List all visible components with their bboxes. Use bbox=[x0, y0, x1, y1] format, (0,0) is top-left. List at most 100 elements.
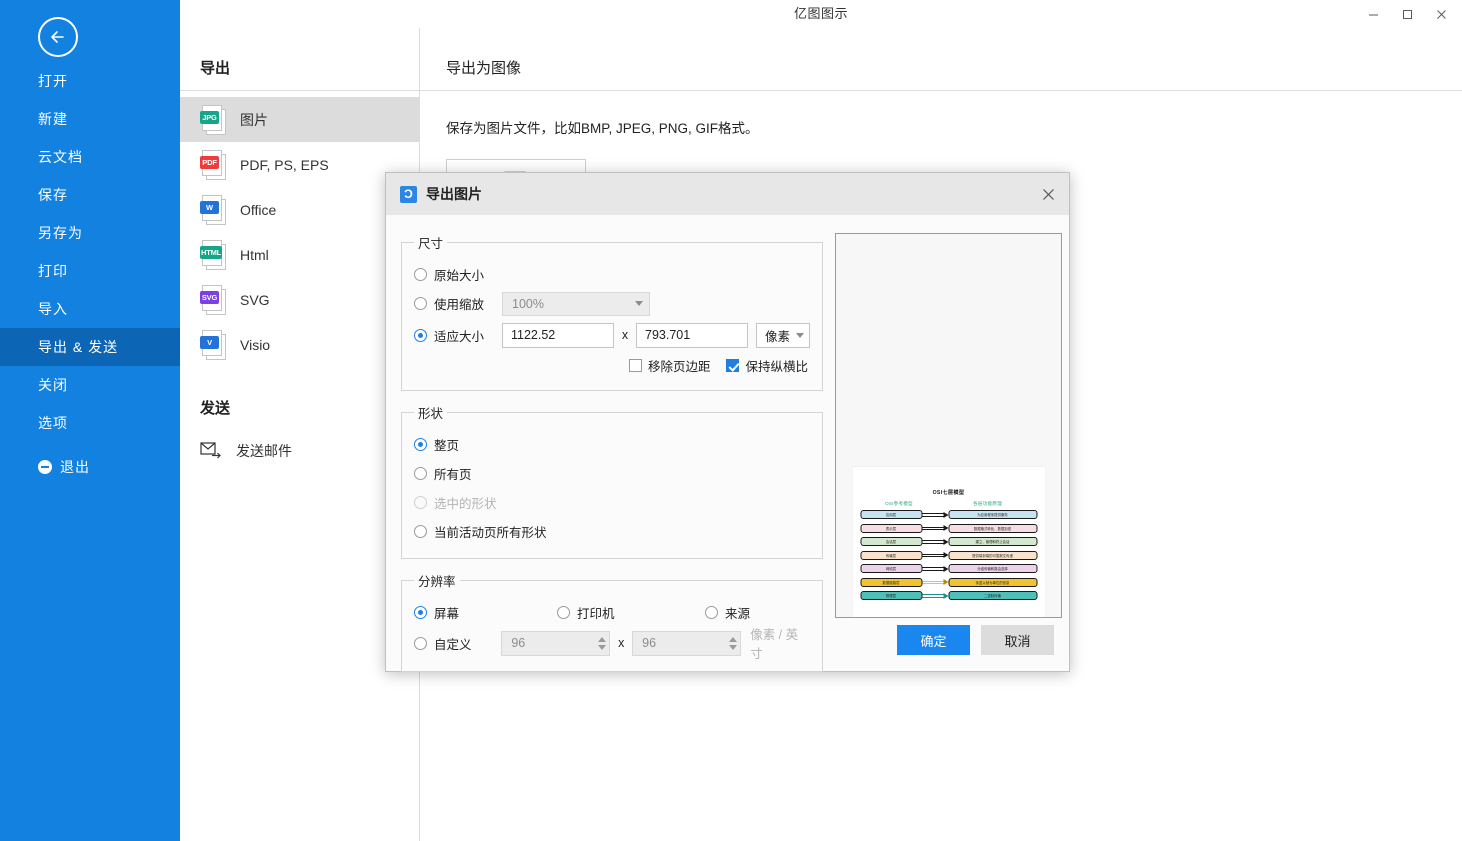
close-button[interactable] bbox=[1424, 1, 1458, 27]
radio-fit-size[interactable] bbox=[414, 328, 427, 342]
edraw-logo-icon: Ɔ bbox=[400, 185, 417, 203]
format-list: JPG 图片 PDF PDF, PS, EPS W Office HTML Ht… bbox=[180, 91, 419, 367]
resolution-option-label[interactable]: 来源 bbox=[725, 603, 750, 622]
chevron-up-icon[interactable] bbox=[598, 636, 607, 642]
cancel-button[interactable]: 取消 bbox=[981, 625, 1054, 655]
shape-option-label[interactable]: 所有页 bbox=[434, 464, 472, 483]
radio-source[interactable] bbox=[705, 606, 718, 619]
chevron-down-icon[interactable] bbox=[729, 644, 738, 650]
pdf-tag-label: PDF bbox=[200, 155, 219, 169]
unit-select[interactable]: 像素 bbox=[756, 322, 810, 348]
checkbox-remove-margin-label[interactable]: 移除页边距 bbox=[648, 356, 711, 375]
html-tag-label: HTML bbox=[200, 245, 223, 259]
preview-diagram-row: 会话层 建立、管理和终止会话 bbox=[860, 536, 1037, 547]
preview-col-header-left: OSI参考模型 bbox=[885, 501, 913, 506]
preview-diagram-row: 物理层 二进制传输 bbox=[860, 590, 1037, 601]
maximize-button[interactable] bbox=[1390, 1, 1424, 27]
resolution-option-label[interactable]: 打印机 bbox=[577, 603, 705, 622]
sidebar-item-new[interactable]: 新建 bbox=[0, 100, 180, 138]
stepper-arrows[interactable] bbox=[729, 636, 738, 650]
format-item-label: 图片 bbox=[240, 111, 268, 128]
word-file-icon: W bbox=[200, 194, 226, 225]
chevron-up-icon[interactable] bbox=[729, 636, 738, 642]
radio-screen[interactable] bbox=[414, 606, 427, 619]
size-option-label[interactable]: 原始大小 bbox=[434, 265, 484, 284]
size-option-original-row[interactable]: 原始大小 bbox=[414, 260, 810, 289]
checkbox-remove-margin[interactable] bbox=[628, 358, 642, 372]
export-heading: 导出 bbox=[200, 60, 231, 77]
jpg-file-icon: JPG bbox=[200, 104, 226, 135]
sidebar-item-options[interactable]: 选项 bbox=[0, 404, 180, 442]
export-image-dialog: Ɔ 导出图片 尺寸 原始大小 使用缩放 100% 适应大小 1122.52 x … bbox=[385, 172, 1070, 672]
radio-whole-page[interactable] bbox=[414, 438, 427, 451]
preview-row-connector bbox=[922, 537, 948, 546]
send-item-email[interactable]: 发送邮件 bbox=[180, 430, 419, 472]
svg-tag-label: SVG bbox=[200, 290, 219, 304]
preview-row-left-label: 会话层 bbox=[860, 537, 922, 546]
preview-row-right-label: 提供端到端的可靠报文传递 bbox=[948, 550, 1037, 560]
dialog-title-bar: Ɔ 导出图片 bbox=[386, 173, 1069, 215]
size-option-label[interactable]: 适应大小 bbox=[434, 326, 502, 345]
sidebar-item-exit-label: 退出 bbox=[60, 459, 90, 475]
size-option-fit-row[interactable]: 适应大小 x 像素 bbox=[414, 318, 810, 352]
sidebar-item-close[interactable]: 关闭 bbox=[0, 366, 180, 404]
preview-row-connector bbox=[922, 564, 948, 573]
sidebar-item-save-as[interactable]: 另存为 bbox=[0, 214, 180, 252]
format-item-pdf[interactable]: PDF PDF, PS, EPS bbox=[180, 142, 419, 187]
window-controls bbox=[1356, 0, 1458, 28]
shape-option-whole-page-row[interactable]: 整页 bbox=[414, 430, 810, 459]
resolution-custom-row: 自定义 96 x 96 像素 / 英寸 bbox=[414, 627, 810, 661]
shape-option-active-page-shapes-row[interactable]: 当前活动页所有形状 bbox=[414, 517, 810, 546]
stepper-arrows[interactable] bbox=[598, 636, 607, 650]
dialog-close-button[interactable] bbox=[1035, 181, 1061, 207]
zoom-select[interactable]: 100% bbox=[502, 291, 650, 316]
width-input[interactable] bbox=[502, 322, 614, 348]
size-option-label[interactable]: 使用缩放 bbox=[434, 294, 502, 313]
checkbox-keep-aspect-ratio-label[interactable]: 保持纵横比 bbox=[745, 356, 808, 375]
preview-diagram-row: 应用层 为应用程序提供服务 bbox=[860, 509, 1037, 520]
dpi-y-stepper[interactable]: 96 bbox=[632, 630, 742, 656]
preview-row-right-label: 数据格式转化、数据加密 bbox=[948, 523, 1037, 533]
sidebar-item-open[interactable]: 打开 bbox=[0, 62, 180, 100]
height-input[interactable] bbox=[636, 322, 748, 348]
shape-option-all-pages-row[interactable]: 所有页 bbox=[414, 459, 810, 488]
size-option-scale-row[interactable]: 使用缩放 100% bbox=[414, 289, 810, 318]
format-item-svg[interactable]: SVG SVG bbox=[180, 277, 419, 322]
radio-active-page-shapes[interactable] bbox=[414, 525, 427, 538]
radio-use-scale[interactable] bbox=[414, 297, 427, 310]
format-item-office[interactable]: W Office bbox=[180, 187, 419, 232]
shape-option-label[interactable]: 当前活动页所有形状 bbox=[434, 522, 547, 541]
format-item-image[interactable]: JPG 图片 bbox=[180, 97, 419, 142]
checkbox-keep-aspect-ratio[interactable] bbox=[726, 358, 740, 372]
sidebar-item-cloud-docs[interactable]: 云文档 bbox=[0, 138, 180, 176]
preview-row-left-label: 应用层 bbox=[860, 510, 922, 519]
sidebar-item-save[interactable]: 保存 bbox=[0, 176, 180, 214]
format-item-visio[interactable]: V Visio bbox=[180, 322, 419, 367]
sidebar-item-print[interactable]: 打印 bbox=[0, 252, 180, 290]
dpi-x-value: 96 bbox=[511, 636, 526, 650]
preview-row-connector bbox=[922, 510, 948, 519]
export-column: 导出 JPG 图片 PDF PDF, PS, EPS W Office HTML… bbox=[180, 28, 420, 841]
radio-original-size[interactable] bbox=[414, 268, 427, 281]
sidebar-item-import[interactable]: 导入 bbox=[0, 290, 180, 328]
preview-col-header-right: 各层功能原理 bbox=[973, 501, 1002, 506]
format-item-html[interactable]: HTML Html bbox=[180, 232, 419, 277]
shape-option-label[interactable]: 整页 bbox=[434, 435, 459, 454]
radio-printer[interactable] bbox=[557, 606, 570, 619]
resolution-option-label[interactable]: 自定义 bbox=[434, 634, 501, 653]
ok-button[interactable]: 确定 bbox=[897, 625, 970, 655]
sidebar-item-exit[interactable]: 退出 bbox=[0, 448, 180, 486]
preview-diagram-title: OSI七层模型 bbox=[932, 490, 965, 496]
radio-custom[interactable] bbox=[414, 636, 427, 650]
preview-row-right-label: 二进制传输 bbox=[948, 591, 1037, 600]
back-button[interactable] bbox=[38, 17, 78, 57]
sidebar-item-export-send[interactable]: 导出 & 发送 bbox=[0, 328, 180, 366]
chevron-down-icon[interactable] bbox=[598, 644, 607, 650]
dpi-x-stepper[interactable]: 96 bbox=[501, 630, 611, 656]
preview-pane[interactable]: OSI七层模型 OSI参考模型 各层功能原理 应用层 为应用程序提供服务 表示层 数据… bbox=[835, 233, 1062, 618]
minimize-button[interactable] bbox=[1356, 1, 1390, 27]
size-checkbox-row: 移除页边距 保持纵横比 bbox=[414, 352, 810, 378]
resolution-option-label[interactable]: 屏幕 bbox=[434, 603, 557, 622]
dialog-right-column: OSI七层模型 OSI参考模型 各层功能原理 应用层 为应用程序提供服务 表示层 数据… bbox=[835, 233, 1062, 684]
radio-all-pages[interactable] bbox=[414, 467, 427, 480]
